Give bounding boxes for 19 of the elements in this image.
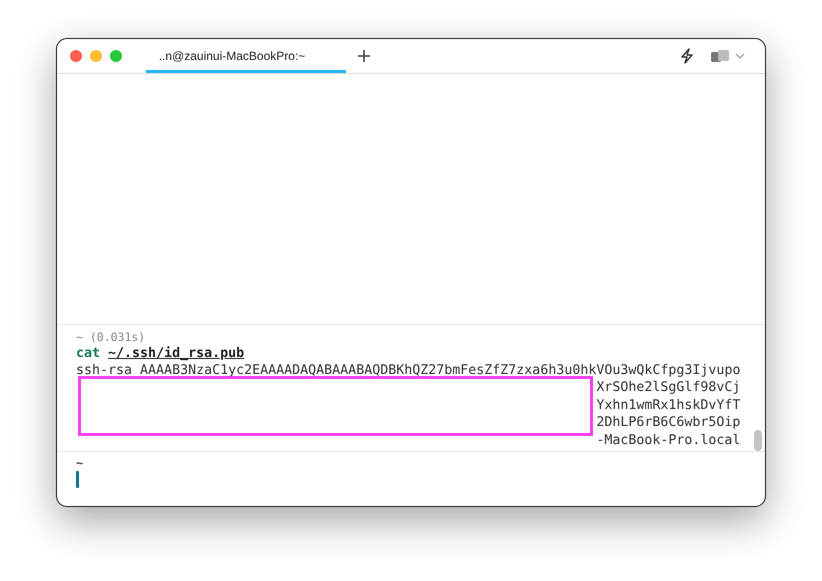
block-timing: ~ (0.031s) — [76, 328, 146, 344]
output-line: -MacBook-Pro.local — [595, 432, 740, 449]
chevron-down-icon[interactable] — [735, 53, 745, 59]
output-line: Yxhn1wmRx1hskDvYfT — [595, 396, 740, 414]
scrollbar-thumb[interactable] — [754, 430, 762, 451]
output-line: 2DhLP6rB6C6wbr5Oip — [595, 414, 740, 432]
text-cursor — [76, 471, 79, 488]
minimize-button[interactable] — [90, 50, 102, 62]
panes-icon[interactable] — [710, 49, 732, 63]
new-tab-icon[interactable] — [357, 49, 371, 63]
zoom-button[interactable] — [110, 50, 122, 62]
output-line: ssh-rsa AAAAB3NzaC1yc2EAAAADAQABAAABAQDBKhQZ27bmFesZfZ7zxa6h3u0hkVOu3wQkCfpg3Ijvupo — [76, 362, 740, 379]
command-name: cat — [76, 346, 100, 360]
output-line: XrSOhe2lSgGlf98vCj — [595, 379, 740, 396]
terminal-tab[interactable]: ..n@zauinui-MacBookPro:~ — [146, 39, 346, 73]
command-argument: ~/.ssh/id_rsa.pub — [108, 346, 244, 360]
close-button[interactable] — [70, 50, 82, 62]
lightning-icon[interactable] — [680, 48, 694, 64]
prompt-text: ~ — [76, 458, 84, 469]
